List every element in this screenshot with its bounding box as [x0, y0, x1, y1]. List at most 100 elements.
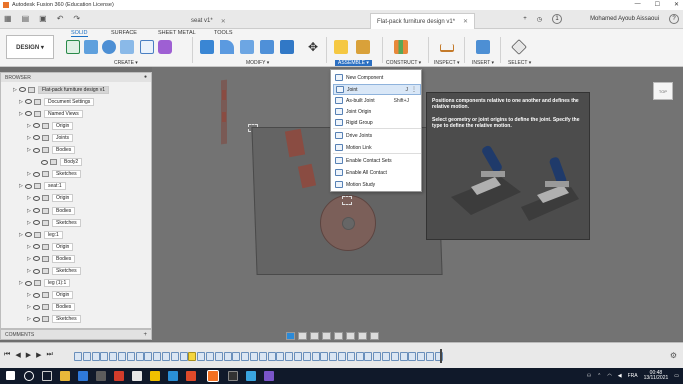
visibility-eye-icon[interactable] [25, 232, 32, 238]
undo-icon[interactable]: ↶ [57, 14, 64, 23]
notification-center-icon[interactable]: ▭ [674, 373, 679, 379]
timeline-feature-icon[interactable] [223, 352, 232, 361]
visibility-eye-icon[interactable] [33, 208, 40, 213]
fillet-icon[interactable] [220, 40, 234, 54]
timeline-feature-icon[interactable] [382, 352, 390, 361]
timeline-feature-icon[interactable] [82, 352, 91, 361]
menu-item-new-component[interactable]: New Component [333, 72, 421, 83]
insert-image-icon[interactable] [476, 40, 490, 54]
file-icon[interactable]: ▤ [22, 14, 30, 23]
modify-menu[interactable]: MODIFY ▾ [246, 60, 269, 66]
timeline-feature-icon[interactable] [294, 352, 302, 361]
step-back-icon[interactable]: ◀ [15, 351, 20, 359]
move-copy-icon[interactable]: ✥ [306, 40, 320, 54]
visibility-eye-icon[interactable] [33, 147, 40, 153]
visibility-eye-icon[interactable] [33, 268, 40, 274]
new-sketch-icon[interactable] [66, 40, 80, 54]
close-tab-icon[interactable]: ✕ [221, 18, 226, 25]
viewcube-top-face[interactable]: TOP [653, 82, 673, 100]
visibility-eye-icon[interactable] [33, 316, 40, 322]
browser-node[interactable]: ▷ Bodies [27, 146, 76, 155]
visibility-eye-icon[interactable] [33, 304, 40, 310]
visibility-eye-icon[interactable] [33, 123, 40, 129]
select-icon[interactable] [511, 39, 527, 55]
go-to-end-icon[interactable]: ⏭ [46, 351, 52, 359]
zoom-icon[interactable] [322, 332, 331, 340]
menu-item-enable-contact-sets[interactable]: Enable Contact Sets [333, 155, 421, 166]
browser-node[interactable]: ▷ Named Views [19, 109, 83, 118]
help-icon[interactable]: ? [669, 14, 679, 24]
go-to-start-icon[interactable]: ⏮ [4, 351, 10, 359]
visibility-eye-icon[interactable] [25, 111, 32, 117]
people-icon[interactable]: ⚇ [587, 373, 591, 379]
timeline-feature-icon[interactable] [408, 352, 417, 361]
step-forward-icon[interactable]: ▶ [36, 351, 41, 359]
hole-icon[interactable] [120, 40, 134, 54]
more-options-icon[interactable]: ⋮ [411, 86, 417, 93]
file-explorer-icon[interactable] [60, 371, 70, 381]
timeline-feature-icon[interactable] [126, 352, 135, 361]
pin-icon[interactable]: ● [144, 74, 147, 80]
menu-item-motion-study[interactable]: Motion Study [333, 179, 421, 190]
timeline-feature-icon[interactable] [364, 352, 373, 361]
browser-node[interactable]: ▷ Origin [27, 121, 74, 130]
timeline-feature-icon[interactable] [135, 352, 144, 361]
visibility-eye-icon[interactable] [33, 195, 40, 201]
browser-node[interactable]: ▷ leg:1 [19, 230, 63, 239]
joint-icon[interactable] [356, 40, 370, 54]
browser-node[interactable]: ▷ Flat-pack furniture design v1 [13, 85, 110, 94]
timeline-feature-icon[interactable] [390, 352, 399, 361]
tray-chevron-icon[interactable]: ⌃ [597, 373, 601, 379]
start-icon[interactable] [6, 371, 15, 380]
browser-node[interactable]: ▷ Origin [27, 242, 74, 251]
timeline-feature-icon[interactable] [109, 352, 118, 361]
browser-node[interactable]: ▷ Origin [27, 291, 74, 300]
tab-flat-pack[interactable]: Flat-pack furniture design v1* ✕ [370, 13, 476, 29]
browser-node[interactable]: ▷ Sketches [27, 218, 81, 227]
timeline-feature-icon[interactable] [311, 352, 320, 361]
pan-icon[interactable] [310, 332, 319, 340]
timeline-feature-icon[interactable] [329, 352, 338, 361]
press-pull-icon[interactable] [200, 40, 214, 54]
app-icon-orange[interactable] [186, 371, 196, 381]
tab-seat[interactable]: seat v1* ✕ [185, 13, 232, 29]
visibility-eye-icon[interactable] [33, 292, 40, 298]
select-menu[interactable]: SELECT ▾ [508, 60, 531, 66]
app-icon-purple[interactable] [264, 371, 274, 381]
chrome-icon[interactable] [132, 371, 142, 381]
browser-node[interactable]: ▷ Sketches [27, 315, 81, 324]
notifications-badge[interactable]: 1 [552, 14, 563, 24]
language-indicator[interactable]: FRA [628, 373, 638, 379]
tab-surface[interactable]: SURFACE [111, 30, 137, 36]
edge-icon[interactable] [78, 371, 88, 381]
app-icon-e[interactable] [150, 371, 160, 381]
inspect-menu[interactable]: INSPECT ▾ [434, 60, 459, 66]
workspace-switcher[interactable]: DESIGN ▾ [6, 35, 54, 59]
save-icon[interactable]: ▣ [39, 14, 47, 23]
timeline-feature-icon[interactable] [144, 352, 153, 361]
app-icon-dark[interactable] [228, 371, 238, 381]
timeline-feature-icon[interactable] [250, 352, 258, 361]
minimize-button[interactable]: — [635, 1, 641, 8]
timeline-feature-icon[interactable] [267, 352, 276, 361]
visibility-eye-icon[interactable] [33, 171, 40, 177]
user-name[interactable]: Mohamed Ayoub Aissaoui [590, 16, 659, 22]
menu-item-as-built-joint[interactable]: As-built Joint Shift+J [333, 95, 421, 106]
timeline-feature-icon[interactable] [188, 352, 197, 361]
create-form-icon[interactable] [158, 40, 172, 54]
browser-node[interactable]: Body2 [35, 158, 83, 167]
browser-node[interactable]: ▷ Bodies [27, 206, 76, 215]
timeline-feature-icon[interactable] [74, 352, 82, 361]
menu-item-motion-link[interactable]: Motion Link [333, 142, 421, 153]
timeline-feature-icon[interactable] [285, 352, 294, 361]
app-grid-icon[interactable]: ▦ [4, 14, 12, 23]
display-settings-icon[interactable] [346, 332, 355, 340]
timeline-feature-icon[interactable] [206, 352, 214, 361]
new-component-icon[interactable] [334, 40, 348, 54]
extrude-icon[interactable] [84, 40, 98, 54]
tab-sheet-metal[interactable]: SHEET METAL [158, 30, 196, 36]
menu-item-drive-joints[interactable]: Drive Joints [333, 130, 421, 141]
timeline-feature-icon[interactable] [276, 352, 285, 361]
visibility-eye-icon[interactable] [33, 135, 40, 141]
add-comment-icon[interactable]: + [143, 332, 147, 338]
